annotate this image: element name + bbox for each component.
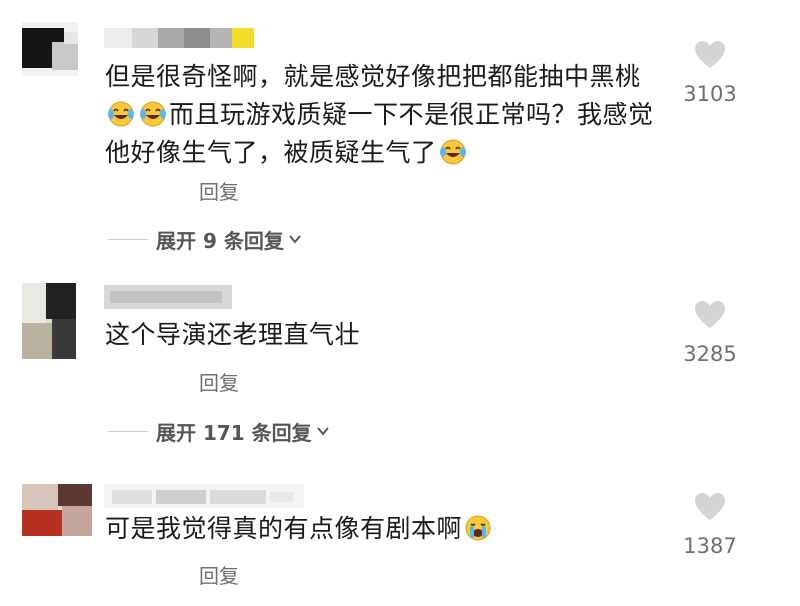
comment-text: 这个导演还老理直气壮 [105,320,361,349]
avatar[interactable] [22,283,76,359]
username-blurred[interactable] [104,285,232,309]
laugh-cry-emoji-icon [140,101,166,127]
like-button[interactable]: 1387 [670,492,750,558]
expand-replies-button[interactable]: 展开 171 条回复 [108,418,330,445]
username-blurred[interactable] [104,26,264,50]
like-count: 3103 [683,82,737,106]
comment-text-part: 可是我觉得真的有点像有剧本啊 [105,514,463,543]
comment-text: 但是很奇怪啊，就是感觉好像把把都能抽中黑桃而且玩游戏质疑一下不是很正常吗？我感觉… [105,58,665,172]
like-button[interactable]: 3285 [670,300,750,366]
chevron-down-icon [289,235,301,244]
like-button[interactable]: 3103 [670,40,750,106]
heart-icon [695,41,725,68]
reply-button[interactable]: 回复 [199,367,239,396]
expand-replies-button[interactable]: 展开 9 条回复 [108,226,302,253]
heart-icon [695,493,725,520]
avatar[interactable] [22,22,78,76]
laugh-cry-emoji-icon [439,139,466,165]
comment-text-part: 而且玩游戏质疑一下不是很正常吗？我感觉他好像生气了，被质疑生气了 [105,100,654,167]
reply-button[interactable]: 回复 [199,176,239,205]
divider-line [108,238,148,240]
reply-button[interactable]: 回复 [199,560,239,589]
expand-replies-label: 展开 9 条回复 [156,228,284,253]
like-count: 3285 [683,342,737,366]
chevron-down-icon [316,427,329,436]
comment-text-part: 但是很奇怪啊，就是感觉好像把把都能抽中黑桃 [105,62,641,91]
expand-replies-label: 展开 171 条回复 [156,420,312,445]
laugh-cry-emoji-icon [108,101,134,127]
avatar[interactable] [22,484,92,536]
divider-line [108,430,148,432]
username-blurred[interactable] [104,484,304,508]
heart-icon [695,301,725,328]
like-count: 1387 [683,534,737,558]
comment-text: 可是我觉得真的有点像有剧本啊 [105,510,665,548]
crying-emoji-icon [465,515,491,541]
